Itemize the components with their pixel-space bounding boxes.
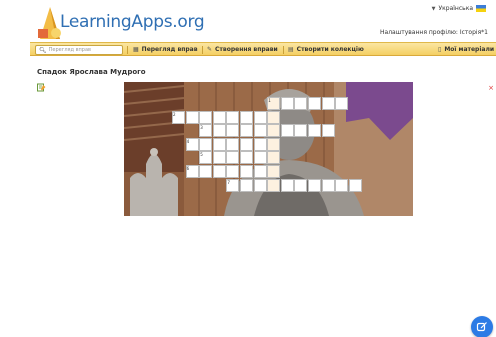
profile-settings-link[interactable]: Налаштування профілю: Історія*1 (380, 29, 488, 36)
crossword-cell[interactable] (212, 165, 226, 178)
crossword-cell[interactable] (280, 178, 294, 192)
nav-item-label: Створити колекцію (296, 46, 364, 53)
crossword-cell[interactable] (335, 97, 349, 110)
crossword-cell[interactable] (253, 137, 267, 151)
close-icon[interactable]: × (488, 84, 494, 92)
page-title: Спадок Ярослава Мудрого (37, 68, 146, 76)
nav-item-my-materials[interactable]: ▯ Мої матеріали (438, 46, 494, 53)
crossword-cell[interactable] (253, 124, 267, 138)
crossword-cell[interactable] (253, 165, 267, 178)
edit-square-icon (476, 322, 487, 332)
crossword-cell[interactable] (212, 151, 226, 165)
logo-text[interactable]: LearningApps.org (60, 12, 205, 32)
search-input[interactable]: 🔍︎ Перегляд вправ (35, 45, 123, 55)
language-selector[interactable]: ▼ Українська (432, 5, 486, 12)
crossword-cell[interactable] (240, 178, 253, 192)
clue-number: 5 (200, 152, 203, 158)
crossword-cell[interactable] (226, 151, 240, 165)
crossword-cell[interactable] (240, 110, 253, 124)
crossword-cell[interactable] (267, 110, 281, 124)
search-icon: 🔍︎ (39, 46, 47, 54)
page-root: LearningApps.org ▼ Українська Налаштуван… (0, 0, 496, 337)
clue-number: 6 (186, 166, 190, 171)
crossword-cell[interactable] (185, 110, 199, 124)
crossword-cell[interactable] (199, 110, 213, 124)
crossword-cell[interactable] (294, 124, 308, 138)
crossword-cell[interactable] (267, 151, 281, 165)
crossword-cell[interactable] (212, 110, 226, 124)
crossword-cell[interactable] (308, 178, 321, 192)
crossword-cell[interactable] (308, 97, 321, 110)
crossword-cell[interactable] (253, 151, 267, 165)
nav-item-label: Перегляд вправ (141, 46, 198, 53)
crossword-cell[interactable] (321, 124, 335, 138)
crossword-cell[interactable] (226, 124, 240, 138)
grid-icon: ▦ (133, 46, 139, 53)
crossword-cell[interactable] (240, 151, 253, 165)
search-placeholder: Перегляд вправ (48, 47, 91, 53)
crossword-cell[interactable] (253, 178, 267, 192)
crossword-cell[interactable] (335, 178, 349, 192)
crossword-cell[interactable] (294, 97, 308, 110)
clue-number: 2 (173, 111, 176, 117)
nav-divider (202, 46, 203, 54)
crossword-cell[interactable] (240, 124, 253, 138)
clue-number: 7 (227, 179, 230, 185)
nav-divider (127, 46, 128, 54)
crossword-cell[interactable] (240, 137, 253, 151)
crossword-cell[interactable] (212, 137, 226, 151)
flag-icon (476, 5, 486, 12)
nav-divider (283, 46, 284, 54)
clue-number: 1 (268, 98, 271, 103)
crossword-cell[interactable] (267, 165, 281, 178)
clue-number: 3 (200, 125, 203, 131)
crossword-cell[interactable] (253, 110, 267, 124)
crossword-cell[interactable] (308, 124, 321, 138)
crossword-cell[interactable] (212, 124, 226, 138)
nav-item-browse[interactable]: ▦ Перегляд вправ (133, 46, 198, 53)
crossword-cell[interactable] (267, 124, 281, 138)
crossword-cell[interactable] (226, 137, 240, 151)
nav-item-create[interactable]: ✎ Створення вправи (207, 46, 278, 53)
crossword-cell[interactable] (280, 97, 294, 110)
folder-icon: ▯ (438, 46, 442, 53)
crossword-cell[interactable] (240, 165, 253, 178)
crossword-cell[interactable] (321, 178, 335, 192)
crossword-cell[interactable] (199, 137, 213, 151)
collection-icon: ▤ (288, 46, 294, 53)
crossword-app[interactable]: 1 2 3 4 5 6 7 (124, 82, 413, 216)
help-button[interactable] (471, 316, 493, 337)
header: LearningApps.org ▼ Українська Налаштуван… (0, 0, 496, 42)
crossword-cell[interactable] (267, 137, 281, 151)
nav-item-collection[interactable]: ▤ Створити колекцію (288, 46, 364, 53)
crossword-cell[interactable] (321, 97, 335, 110)
crossword-cell[interactable] (294, 178, 308, 192)
crossword-cell[interactable] (199, 165, 213, 178)
clue-number: 4 (186, 138, 190, 144)
nav-item-label: Створення вправи (215, 46, 278, 53)
crossword-cell[interactable] (267, 178, 281, 192)
nav-item-label: Мої матеріали (444, 46, 495, 53)
main-navbar: 🔍︎ Перегляд вправ ▦ Перегляд вправ ✎ Ств… (30, 42, 496, 56)
language-label: Українська (438, 5, 474, 12)
crossword-cell[interactable] (226, 110, 240, 124)
edit-icon[interactable] (37, 83, 46, 92)
crossword-cell[interactable] (226, 165, 240, 178)
chevron-down-icon: ▼ (431, 5, 436, 12)
pencil-icon: ✎ (207, 46, 213, 53)
crossword-cell[interactable] (348, 178, 362, 192)
crossword-cell[interactable] (280, 124, 294, 138)
